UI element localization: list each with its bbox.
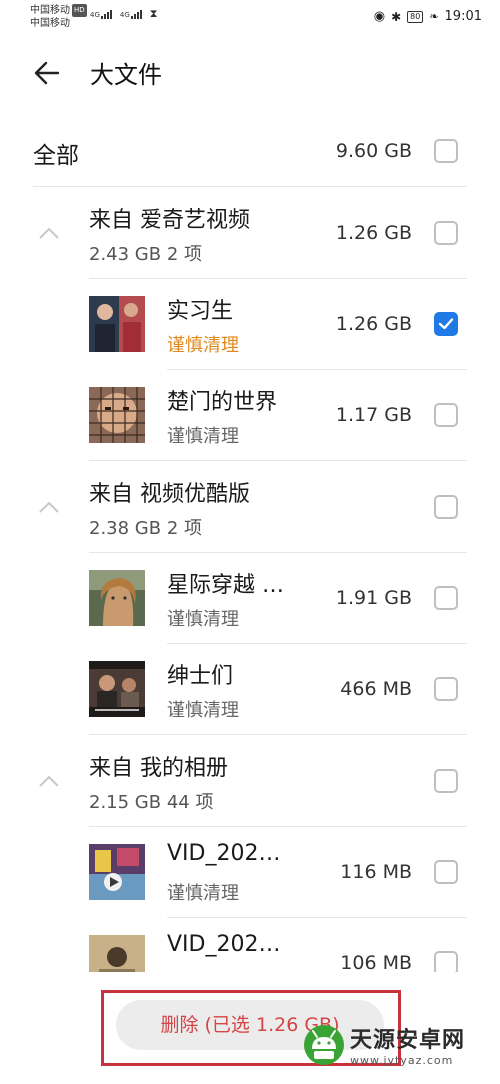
- carrier-info: 中国移动 HD 中国移动: [30, 4, 87, 30]
- list-item-gentlemen[interactable]: 绅士们 谨慎清理 466 MB: [0, 644, 500, 734]
- total-size: 9.60 GB: [335, 140, 412, 162]
- item-size: 106 MB: [340, 952, 412, 974]
- item-checkbox[interactable]: [434, 677, 458, 701]
- signal-icon: [100, 10, 112, 19]
- chevron-up-icon[interactable]: [38, 500, 60, 514]
- carrier-1: 中国移动: [30, 5, 70, 16]
- group-checkbox[interactable]: [434, 495, 458, 519]
- leaf-icon: ❧: [429, 10, 439, 23]
- list-item-interstellar[interactable]: 星际穿越 … 谨慎清理 1.91 GB: [0, 553, 500, 643]
- item-size: 116 MB: [340, 861, 412, 883]
- item-size: 1.17 GB: [335, 404, 412, 426]
- clock-time: 19:01: [444, 9, 482, 24]
- item-tag: 谨慎清理: [167, 426, 239, 447]
- item-tag: 谨慎清理: [167, 609, 239, 630]
- group-album[interactable]: 来自 我的相册 2.15 GB 44 项: [0, 736, 500, 826]
- item-checkbox-checked[interactable]: [434, 312, 458, 336]
- chevron-up-icon[interactable]: [38, 774, 60, 788]
- watermark: 天源安卓网 www.jytyaz.com: [304, 1022, 465, 1067]
- page-title: 大文件: [90, 61, 162, 89]
- carrier-2: 中国移动: [30, 18, 70, 29]
- video-thumbnail: [89, 844, 145, 900]
- group-name: 来自 我的相册: [89, 756, 228, 781]
- watermark-name: 天源安卓网: [350, 1028, 466, 1053]
- network-type-2: 4G: [119, 11, 130, 19]
- app-header: 大文件: [0, 50, 500, 100]
- group-summary: 2.15 GB 44 项: [89, 792, 214, 813]
- divider: [89, 734, 467, 735]
- item-size: 466 MB: [340, 678, 412, 700]
- list-item-intern[interactable]: 实习生 谨慎清理 1.26 GB: [0, 279, 500, 369]
- group-name: 来自 爱奇艺视频: [89, 208, 250, 233]
- hd-badge: HD: [72, 4, 87, 17]
- video-thumbnail: [89, 661, 145, 717]
- group-checkbox[interactable]: [434, 221, 458, 245]
- list-item-vid-1[interactable]: VID_202… 谨慎清理 116 MB: [0, 827, 500, 917]
- select-all-row[interactable]: 全部 9.60 GB: [0, 124, 500, 186]
- item-name: 实习生: [167, 299, 234, 324]
- video-thumbnail: [89, 296, 145, 352]
- item-name: 楚门的世界: [167, 390, 278, 415]
- item-name: VID_202…: [167, 932, 281, 957]
- select-all-label: 全部: [33, 143, 79, 169]
- video-thumbnail: [89, 387, 145, 443]
- item-checkbox[interactable]: [434, 860, 458, 884]
- list-item-truman[interactable]: 楚门的世界 谨慎清理 1.17 GB: [0, 370, 500, 460]
- eye-icon: ◉: [373, 9, 386, 24]
- hourglass-icon: ⧗: [149, 7, 158, 20]
- item-tag: 谨慎清理: [167, 335, 239, 356]
- video-thumbnail: [89, 570, 145, 626]
- checkmark-icon: [438, 318, 454, 330]
- divider: [89, 460, 467, 461]
- battery-icon: 80: [407, 10, 424, 23]
- item-tag: 谨慎清理: [167, 700, 239, 721]
- watermark-url: www.jytyaz.com: [350, 1054, 454, 1067]
- divider: [33, 186, 467, 187]
- group-size: 1.26 GB: [335, 222, 412, 244]
- chevron-up-icon[interactable]: [38, 226, 60, 240]
- group-checkbox[interactable]: [434, 769, 458, 793]
- group-youku[interactable]: 来自 视频优酷版 2.38 GB 2 项: [0, 462, 500, 552]
- item-name: 星际穿越 …: [167, 573, 284, 598]
- group-summary: 2.38 GB 2 项: [89, 518, 202, 539]
- group-summary: 2.43 GB 2 项: [89, 244, 202, 265]
- item-name: VID_202…: [167, 841, 281, 866]
- signal-indicators: 4G 4G ⧗: [90, 8, 158, 19]
- item-checkbox[interactable]: [434, 586, 458, 610]
- watermark-logo-icon: [304, 1024, 344, 1065]
- select-all-checkbox[interactable]: [434, 139, 458, 163]
- group-name: 来自 视频优酷版: [89, 482, 250, 507]
- group-iqiyi[interactable]: 来自 爱奇艺视频 2.43 GB 2 项 1.26 GB: [0, 188, 500, 278]
- item-checkbox[interactable]: [434, 403, 458, 427]
- bluetooth-icon: ✱: [391, 9, 402, 24]
- item-size: 1.26 GB: [335, 313, 412, 335]
- item-tag: 谨慎清理: [167, 883, 239, 904]
- back-button[interactable]: [32, 58, 68, 94]
- item-size: 1.91 GB: [335, 587, 412, 609]
- back-arrow-icon: [34, 61, 60, 85]
- network-type-1: 4G: [90, 11, 100, 19]
- signal-icon: [130, 10, 142, 19]
- status-bar: 中国移动 HD 中国移动 4G 4G ⧗ ◉ ✱ 80 ❧ 19:01: [0, 0, 500, 36]
- item-name: 绅士们: [167, 664, 234, 689]
